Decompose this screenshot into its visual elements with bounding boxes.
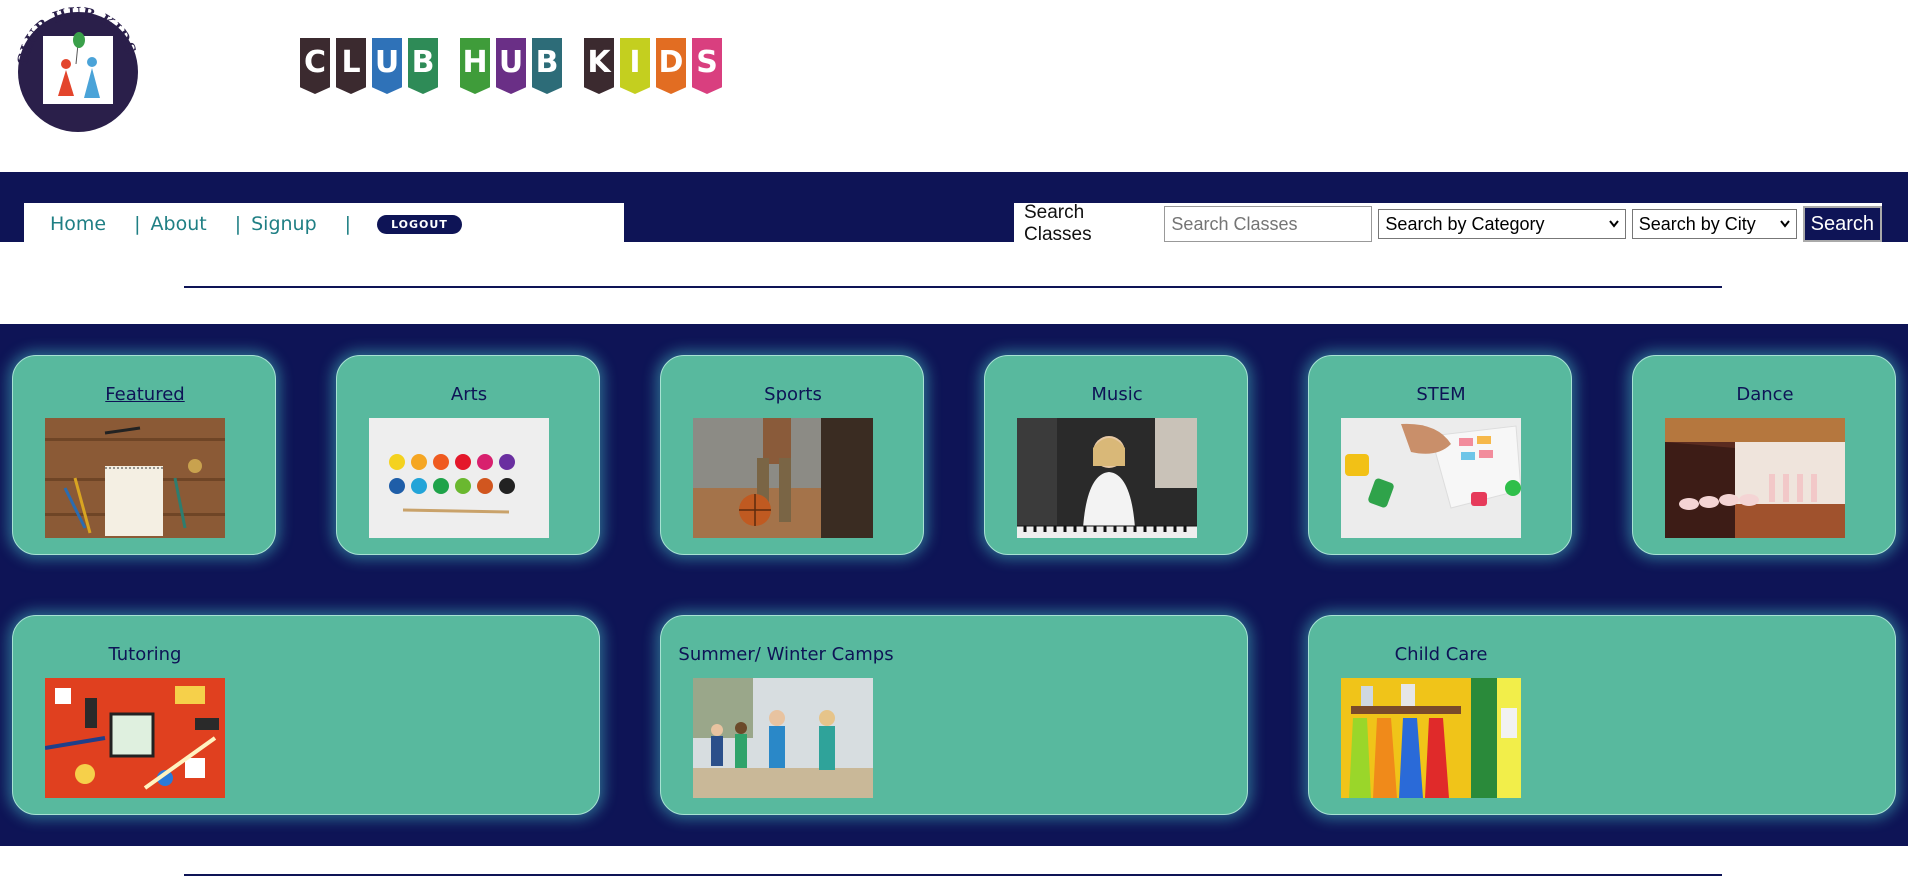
city-select-value: Search by City xyxy=(1638,213,1756,234)
nav-separator: | xyxy=(344,213,352,235)
category-title[interactable]: Featured xyxy=(13,384,277,405)
category-card-music[interactable]: Music xyxy=(984,355,1248,555)
daycare-cubby-wall-photo xyxy=(1341,678,1521,798)
ballet-class-stage-photo xyxy=(1665,418,1845,538)
search-label: Search Classes xyxy=(1024,202,1092,245)
watercolor-paint-set-photo xyxy=(369,418,549,538)
chevron-down-icon xyxy=(1779,220,1790,228)
wordmark-letter: S xyxy=(692,38,722,94)
wordmark-letter: D xyxy=(656,38,686,94)
category-title: Summer/ Winter Camps xyxy=(678,644,894,665)
nav-home-link[interactable]: Home xyxy=(50,213,106,235)
notepad-and-pencils-photo xyxy=(45,418,225,538)
wordmark-letter: B xyxy=(532,38,562,94)
wordmark-letter: B xyxy=(408,38,438,94)
wordmark-letter: U xyxy=(372,38,402,94)
category-title: Music xyxy=(1091,384,1143,405)
wordmark-club: C L U B xyxy=(300,38,444,94)
category-card-sports[interactable]: Sports xyxy=(660,355,924,555)
category-title: STEM xyxy=(1416,384,1466,405)
child-with-basketball-photo xyxy=(693,418,873,538)
category-card-tutoring[interactable]: Tutoring xyxy=(12,615,600,815)
kids-walking-on-beach-photo xyxy=(693,678,873,798)
category-select[interactable]: Search by Category xyxy=(1378,209,1626,239)
wordmark-letter: I xyxy=(620,38,650,94)
nav-separator: | xyxy=(134,213,141,235)
nav-separator: | xyxy=(234,213,242,235)
club-hub-kids-wordmark: C L U B H U B K I D S xyxy=(300,38,744,94)
club-hub-kids-logo[interactable]: CLUB HUB KIDS xyxy=(10,0,146,136)
category-title: Sports xyxy=(764,384,822,405)
category-title: Tutoring xyxy=(108,644,182,665)
chevron-down-icon xyxy=(1608,220,1619,228)
nav-about-link[interactable]: About xyxy=(151,213,207,235)
kid-with-coding-toys-photo xyxy=(1341,418,1521,538)
logout-button[interactable]: LOGOUT xyxy=(377,214,462,234)
category-card-featured[interactable]: Featured xyxy=(12,355,276,555)
wordmark-hub: H U B xyxy=(460,38,568,94)
search-button[interactable]: Search xyxy=(1802,206,1882,242)
wordmark-kids: K I D S xyxy=(584,38,728,94)
divider xyxy=(184,286,1722,288)
city-select[interactable]: Search by City xyxy=(1631,209,1797,239)
category-title: Arts xyxy=(450,384,488,405)
wordmark-letter: H xyxy=(460,38,490,94)
category-card-dance[interactable]: Dance xyxy=(1632,355,1896,555)
category-card-child-care[interactable]: Child Care xyxy=(1308,615,1896,815)
wordmark-letter: L xyxy=(336,38,366,94)
search-bar: Search Classes Search by Category Search… xyxy=(1014,202,1882,245)
category-title: Child Care xyxy=(1394,644,1488,665)
wordmark-letter: K xyxy=(584,38,614,94)
category-card-arts[interactable]: Arts xyxy=(336,355,600,555)
main-nav: Home | About | Signup | LOGOUT xyxy=(24,203,624,245)
divider xyxy=(184,874,1722,876)
category-title: Dance xyxy=(1736,384,1794,405)
wordmark-letter: C xyxy=(300,38,330,94)
wordmark-letter: U xyxy=(496,38,526,94)
search-input[interactable] xyxy=(1164,206,1373,242)
school-supplies-flatlay-photo xyxy=(45,678,225,798)
category-card-stem[interactable]: STEM xyxy=(1308,355,1572,555)
girl-playing-piano-photo xyxy=(1017,418,1197,538)
nav-signup-link[interactable]: Signup xyxy=(251,213,317,235)
category-select-value: Search by Category xyxy=(1385,213,1545,234)
category-card-camps[interactable]: Summer/ Winter Camps xyxy=(660,615,1248,815)
